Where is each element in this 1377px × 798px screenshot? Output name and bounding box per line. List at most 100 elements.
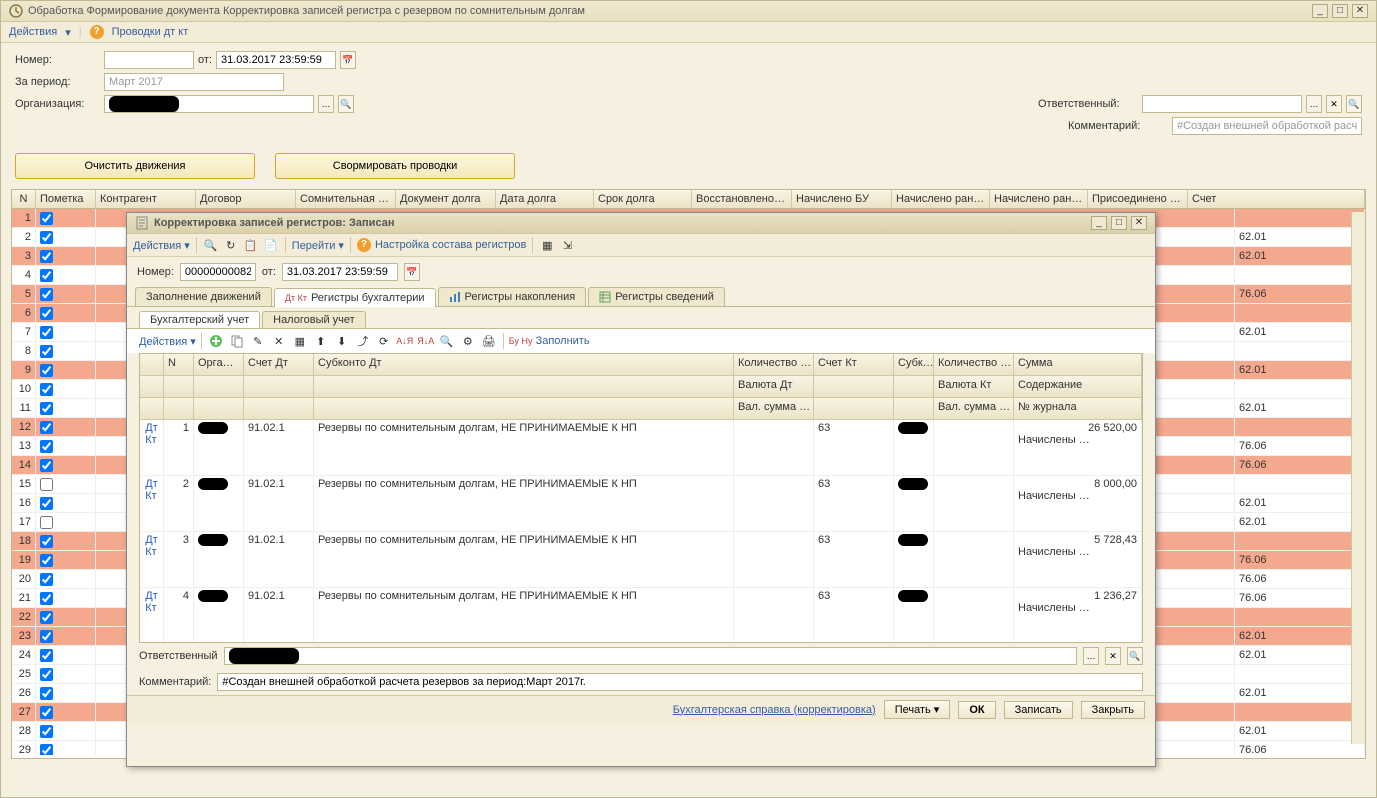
last-icon[interactable]: ⟳	[375, 332, 393, 350]
footer-link[interactable]: Бухгалтерская справка (корректировка)	[673, 704, 876, 716]
cell-chk[interactable]	[36, 570, 96, 588]
cell-chk[interactable]	[36, 418, 96, 436]
date-input[interactable]	[216, 51, 336, 69]
cell-chk[interactable]	[36, 380, 96, 398]
row-checkbox[interactable]	[40, 630, 53, 643]
ih-org[interactable]: Орга…	[194, 354, 244, 375]
org-search-icon[interactable]: 🔍	[338, 95, 354, 113]
row-checkbox[interactable]	[40, 611, 53, 624]
ih-subkt[interactable]: Субк…	[894, 354, 934, 375]
settings-icon[interactable]: ⚙	[459, 332, 477, 350]
ih-n[interactable]: N	[164, 354, 194, 375]
grid2-icon[interactable]: ▦	[291, 332, 309, 350]
row-checkbox[interactable]	[40, 478, 53, 491]
col-date[interactable]: Дата долга	[496, 190, 594, 208]
tab-accumulation[interactable]: Регистры накопления	[438, 287, 587, 306]
row-checkbox[interactable]	[40, 516, 53, 529]
inner-table-row[interactable]: ДтКт491.02.1Резервы по сомнительным долг…	[140, 588, 1142, 643]
row-checkbox[interactable]	[40, 573, 53, 586]
col-before2[interactable]: Начислено ране…	[990, 190, 1088, 208]
dlg-resp-search-icon[interactable]: 🔍	[1127, 647, 1143, 665]
cell-chk[interactable]	[36, 228, 96, 246]
cell-chk[interactable]	[36, 266, 96, 284]
grid-icon[interactable]: ▦	[539, 237, 555, 253]
cell-chk[interactable]	[36, 589, 96, 607]
date-picker-icon[interactable]: 📅	[340, 51, 356, 69]
cell-chk[interactable]	[36, 665, 96, 683]
row-checkbox[interactable]	[40, 440, 53, 453]
cell-chk[interactable]	[36, 437, 96, 455]
row-checkbox[interactable]	[40, 744, 53, 756]
filter-icon[interactable]: 🔍	[438, 332, 456, 350]
col-restored[interactable]: Восстановлено…	[692, 190, 792, 208]
close-button[interactable]: ✕	[1352, 4, 1368, 18]
dlg-resp-select[interactable]: …	[1083, 647, 1099, 665]
sort-asc-icon[interactable]: А↓Я	[396, 332, 414, 350]
fill-link[interactable]: Бу Ну Заполнить	[509, 335, 590, 347]
row-checkbox[interactable]	[40, 231, 53, 244]
list-icon[interactable]: 📋	[243, 237, 259, 253]
cell-chk[interactable]	[36, 684, 96, 702]
row-checkbox[interactable]	[40, 554, 53, 567]
col-n[interactable]: N	[12, 190, 36, 208]
subtab-nu[interactable]: Налоговый учет	[262, 311, 366, 328]
cell-chk[interactable]	[36, 399, 96, 417]
inner-actions-menu[interactable]: Действия ▾	[139, 335, 196, 348]
org-select-button[interactable]: …	[318, 95, 334, 113]
dlg-date-picker-icon[interactable]: 📅	[404, 263, 420, 281]
cell-chk[interactable]	[36, 342, 96, 360]
cell-chk[interactable]	[36, 285, 96, 303]
cell-chk[interactable]	[36, 741, 96, 755]
col-charged[interactable]: Начислено БУ	[792, 190, 892, 208]
sort-desc-icon[interactable]: Я↓A	[417, 332, 435, 350]
resp-search-icon[interactable]: 🔍	[1346, 95, 1362, 113]
resp-clear-button[interactable]: ✕	[1326, 95, 1342, 113]
row-checkbox[interactable]	[40, 668, 53, 681]
search-icon[interactable]: 🔍	[203, 237, 219, 253]
row-checkbox[interactable]	[40, 345, 53, 358]
cell-chk[interactable]	[36, 361, 96, 379]
close-dialog-button[interactable]: Закрыть	[1081, 701, 1145, 719]
resp-input[interactable]	[1142, 95, 1302, 113]
dlg-number-input[interactable]	[180, 263, 256, 281]
ih-currdt[interactable]: Валюта Дт	[734, 376, 814, 397]
cell-chk[interactable]	[36, 551, 96, 569]
dialog-maximize-button[interactable]: □	[1111, 216, 1127, 230]
col-doubt[interactable]: Сомнительная з…	[296, 190, 396, 208]
cell-chk[interactable]	[36, 494, 96, 512]
dlg-comment-input[interactable]	[217, 673, 1143, 691]
save-button[interactable]: Записать	[1004, 701, 1073, 719]
col-before[interactable]: Начислено ране…	[892, 190, 990, 208]
dlg-resp-input[interactable]	[224, 647, 1077, 665]
cell-chk[interactable]	[36, 627, 96, 645]
col-mark[interactable]: Пометка	[36, 190, 96, 208]
ih-journal[interactable]: № журнала	[1014, 398, 1142, 419]
ih-valdt[interactable]: Вал. сумма …	[734, 398, 814, 419]
print-icon[interactable]: 🖨	[480, 332, 498, 350]
ih-content[interactable]: Содержание	[1014, 376, 1142, 397]
tab-accounting[interactable]: Дт КтРегистры бухгалтерии	[274, 288, 436, 307]
row-checkbox[interactable]	[40, 535, 53, 548]
edit-icon[interactable]: ✎	[249, 332, 267, 350]
ih-acctdt[interactable]: Счет Дт	[244, 354, 314, 375]
ih-qtykt[interactable]: Количество …	[934, 354, 1014, 375]
col-acct[interactable]: Счет	[1188, 190, 1365, 208]
ih-valkt[interactable]: Вал. сумма …	[934, 398, 1014, 419]
minimize-button[interactable]: _	[1312, 4, 1328, 18]
provodki-link[interactable]: Проводки дт кт	[112, 26, 189, 38]
dlg-actions-menu[interactable]: Действия ▾	[133, 239, 190, 252]
row-checkbox[interactable]	[40, 706, 53, 719]
cell-chk[interactable]	[36, 209, 96, 227]
number-input[interactable]	[104, 51, 194, 69]
row-checkbox[interactable]	[40, 725, 53, 738]
tab-fill[interactable]: Заполнение движений	[135, 287, 272, 306]
tab-info[interactable]: Регистры сведений	[588, 287, 725, 306]
row-checkbox[interactable]	[40, 364, 53, 377]
row-checkbox[interactable]	[40, 269, 53, 282]
cell-chk[interactable]	[36, 304, 96, 322]
actions-menu[interactable]: Действия	[9, 26, 57, 38]
refresh-icon[interactable]: ↻	[223, 237, 239, 253]
inner-table-row[interactable]: ДтКт291.02.1Резервы по сомнительным долг…	[140, 476, 1142, 532]
row-checkbox[interactable]	[40, 592, 53, 605]
row-checkbox[interactable]	[40, 497, 53, 510]
